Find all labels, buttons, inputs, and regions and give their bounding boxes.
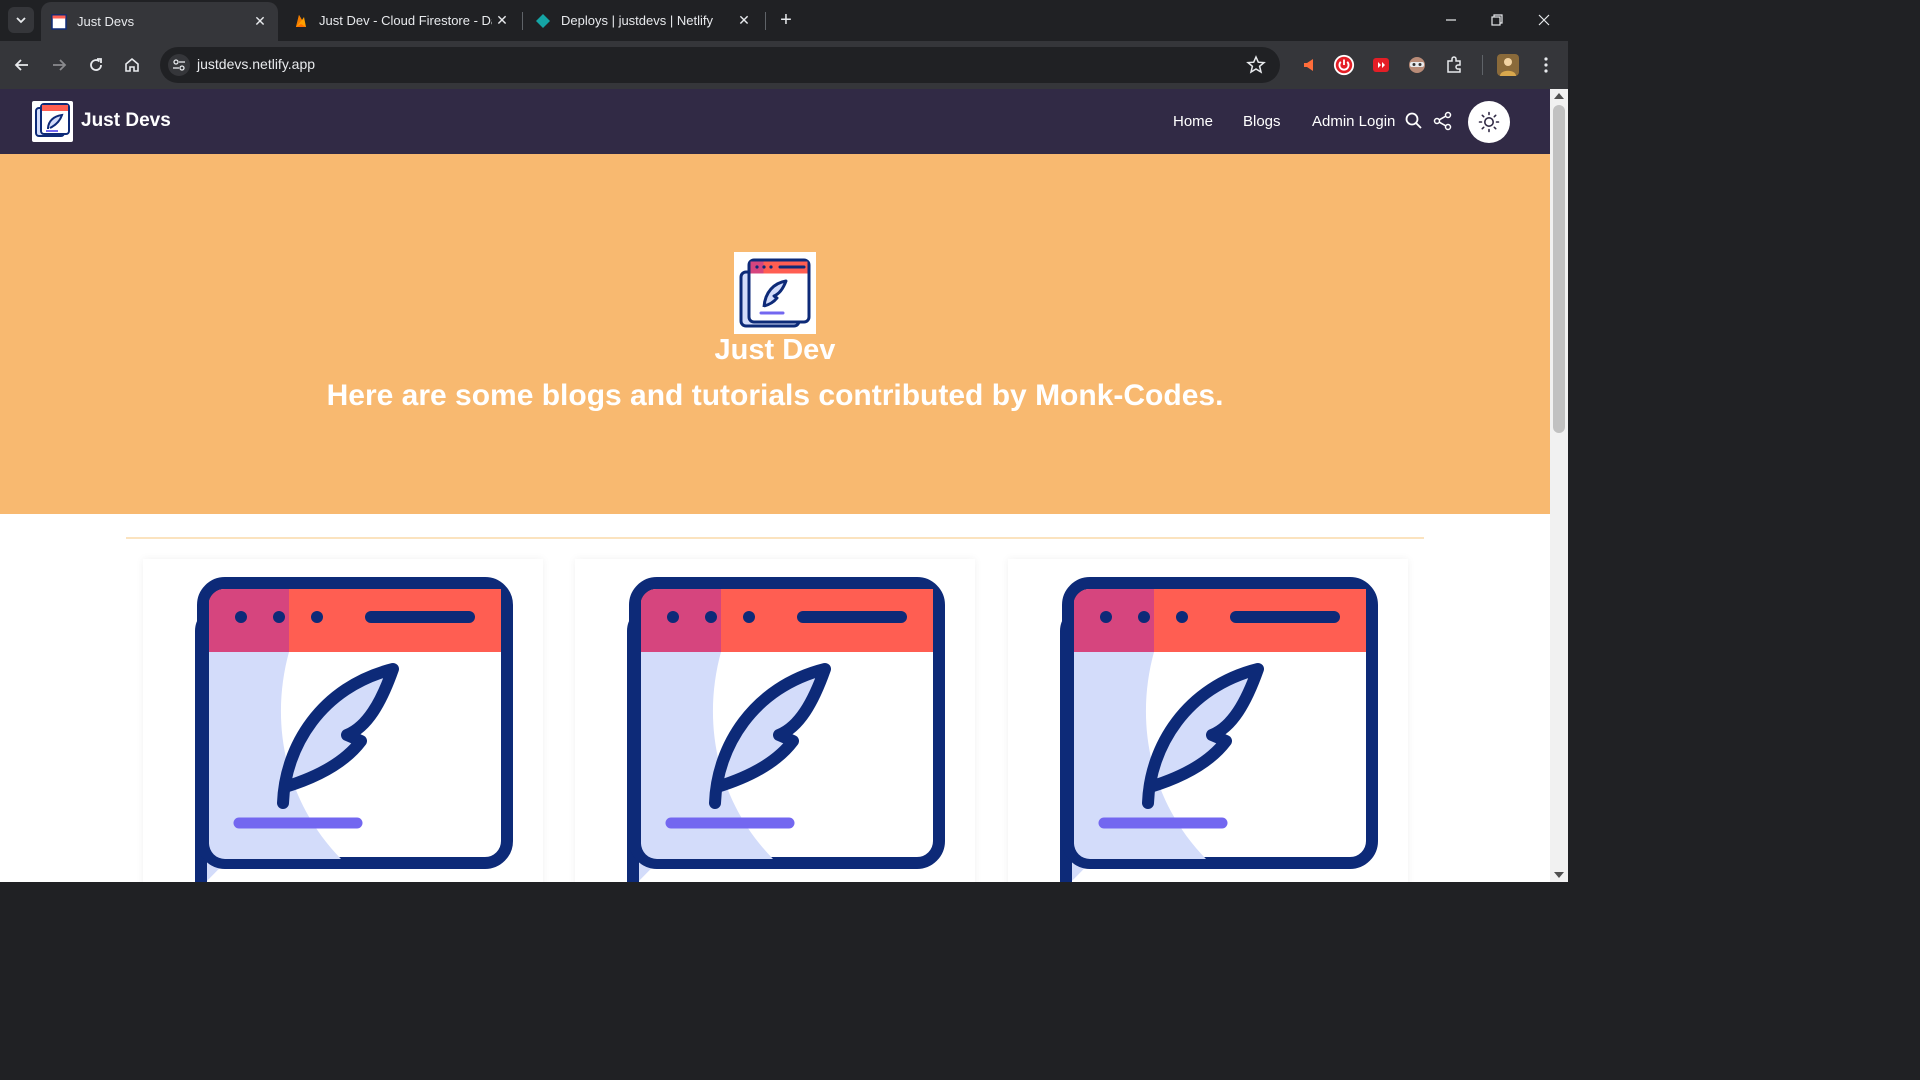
url-text[interactable]: justdevs.netlify.app: [197, 56, 315, 72]
blog-quill-window-icon: [195, 577, 513, 882]
extensions-puzzle-icon[interactable]: [1443, 54, 1465, 76]
scrollbar-thumb[interactable]: [1553, 105, 1565, 433]
reload-icon[interactable]: [82, 51, 110, 79]
brand-logo[interactable]: [32, 101, 73, 142]
tab-separator: [522, 12, 523, 30]
theme-toggle-button[interactable]: [1468, 101, 1510, 143]
netlify-favicon: [536, 13, 550, 28]
section-divider: [126, 537, 1424, 539]
close-icon[interactable]: ✕: [492, 12, 512, 29]
profile-avatar-icon[interactable]: [1497, 54, 1519, 76]
extension-video-speed-icon[interactable]: [1370, 54, 1392, 76]
blog-card[interactable]: [143, 559, 543, 882]
window-close-icon[interactable]: [1529, 6, 1559, 34]
blog-card[interactable]: [575, 559, 975, 882]
extension-mask-icon[interactable]: [1406, 54, 1428, 76]
blog-quill-window-icon: [627, 577, 945, 882]
page-viewport: Just Devs Home Blogs Admin Login Just De…: [0, 89, 1550, 882]
firebase-favicon: [296, 14, 306, 27]
nav-admin-login-link[interactable]: Admin Login: [1312, 113, 1395, 130]
page-scrollbar[interactable]: [1550, 89, 1568, 882]
brand-name[interactable]: Just Devs: [81, 110, 171, 132]
tab-title: Deploys | justdevs | Netlify: [561, 13, 713, 28]
tab-title: Just Dev - Cloud Firestore - Dat: [319, 13, 492, 28]
tab-search-button[interactable]: [8, 7, 34, 33]
browser-menu-icon[interactable]: [1535, 54, 1557, 76]
scroll-up-arrow-icon[interactable]: [1554, 93, 1564, 99]
close-icon[interactable]: ✕: [250, 13, 270, 30]
tab-strip: Just Devs ✕ Just Dev - Cloud Firestore -…: [0, 0, 1568, 41]
scroll-down-arrow-icon[interactable]: [1554, 872, 1564, 878]
tab-separator: [765, 12, 766, 30]
hero-logo: [734, 252, 816, 334]
blog-card[interactable]: [1008, 559, 1408, 882]
site-settings-icon[interactable]: [168, 54, 190, 76]
home-icon[interactable]: [118, 51, 146, 79]
toolbar-divider: [1482, 55, 1483, 75]
back-arrow-icon[interactable]: [8, 51, 36, 79]
nav-home-link[interactable]: Home: [1173, 113, 1213, 130]
close-icon[interactable]: ✕: [734, 12, 754, 29]
minimize-icon[interactable]: [1436, 6, 1466, 34]
sun-icon: [1478, 111, 1500, 133]
hero-title: Just Dev: [714, 334, 836, 366]
just-devs-favicon: [51, 13, 67, 30]
tab-netlify[interactable]: Deploys | justdevs | Netlify ✕: [525, 0, 762, 41]
site-navbar: Just Devs Home Blogs Admin Login: [0, 89, 1550, 154]
tab-title: Just Devs: [77, 14, 135, 29]
tab-firestore[interactable]: Just Dev - Cloud Firestore - Dat ✕: [283, 0, 520, 41]
bookmark-star-icon[interactable]: [1246, 55, 1266, 75]
browser-toolbar: justdevs.netlify.app: [0, 41, 1568, 89]
restore-icon[interactable]: [1482, 6, 1512, 34]
address-bar[interactable]: justdevs.netlify.app: [160, 47, 1280, 83]
forward-arrow-icon[interactable]: [45, 51, 73, 79]
new-tab-button[interactable]: +: [774, 8, 798, 32]
tab-just-devs[interactable]: Just Devs ✕: [41, 2, 278, 41]
extension-power-icon[interactable]: [1333, 54, 1355, 76]
search-icon[interactable]: [1404, 111, 1424, 131]
hero-banner: Just Dev Here are some blogs and tutoria…: [0, 154, 1550, 514]
share-icon[interactable]: [1433, 111, 1453, 131]
blog-quill-window-icon: [1060, 577, 1378, 882]
chevron-down-icon: [16, 17, 26, 24]
extension-megaphone-icon[interactable]: [1298, 54, 1320, 76]
nav-blogs-link[interactable]: Blogs: [1243, 113, 1281, 130]
hero-subtitle: Here are some blogs and tutorials contri…: [326, 379, 1224, 412]
